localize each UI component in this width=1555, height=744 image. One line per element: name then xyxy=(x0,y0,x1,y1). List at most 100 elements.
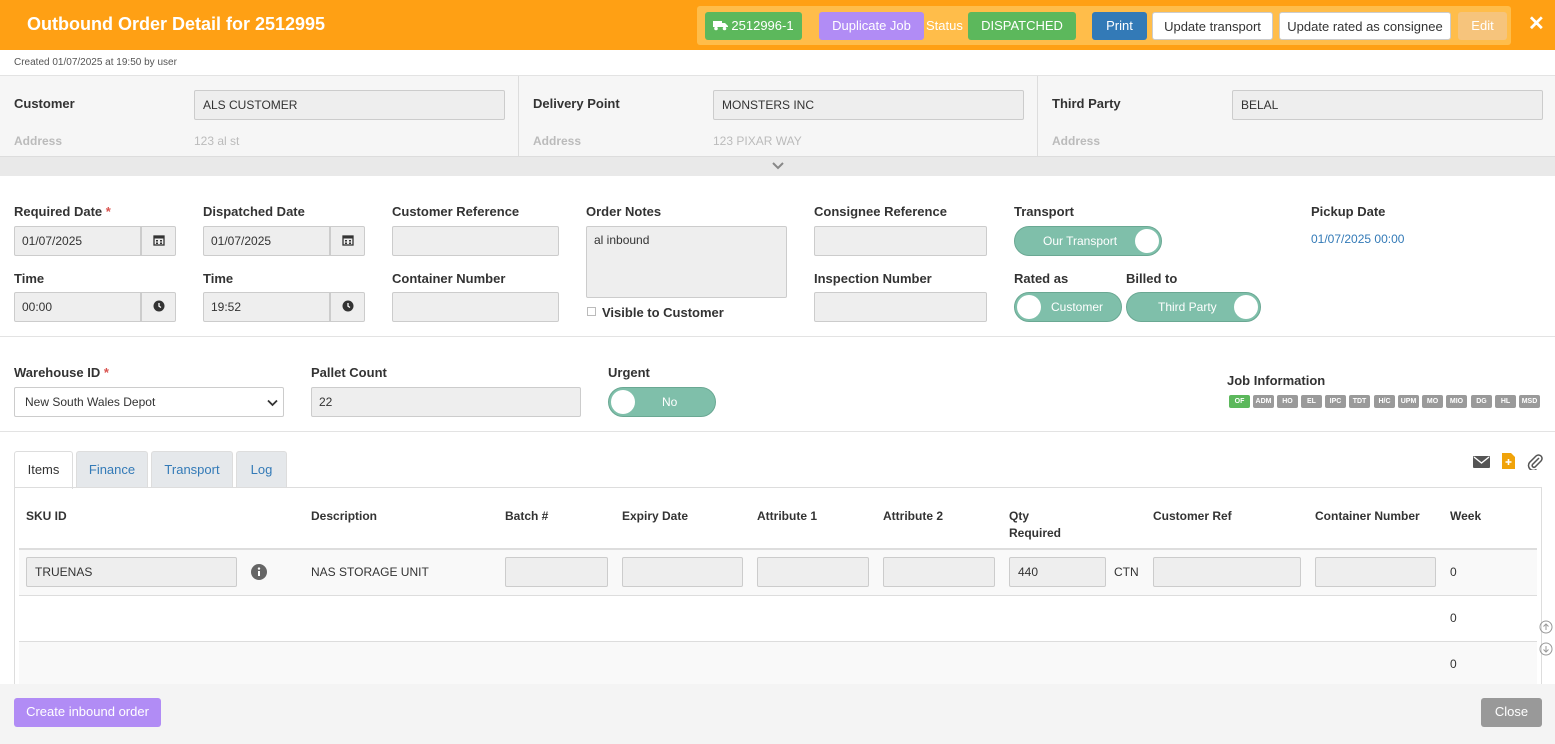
customer-address-label: Address xyxy=(14,134,63,148)
rated-as-label: Rated as xyxy=(1014,271,1069,286)
header-bar: Outbound Order Detail for 2512995 251299… xyxy=(0,0,1555,50)
close-button[interactable]: Close xyxy=(1481,698,1542,727)
pallet-count-label: Pallet Count xyxy=(311,365,387,380)
calendar-icon[interactable] xyxy=(141,226,176,256)
col-qty-required: Qty Required xyxy=(1009,509,1062,540)
job-link-button[interactable]: 2512996-1 xyxy=(705,12,802,40)
job-chip-of[interactable]: OF xyxy=(1229,395,1250,408)
calendar-icon[interactable] xyxy=(330,226,365,256)
batch-input[interactable] xyxy=(505,557,608,587)
warehouse-id-value: New South Wales Depot xyxy=(25,395,156,409)
attribute-2-input[interactable] xyxy=(883,557,995,587)
footer-bar xyxy=(0,684,1555,744)
consignee-reference-label: Consignee Reference xyxy=(814,204,947,219)
week-cell: 0 xyxy=(1450,657,1457,671)
container-number-cell-input[interactable] xyxy=(1315,557,1436,587)
visible-to-customer-checkbox[interactable] xyxy=(587,307,596,316)
tab-finance[interactable]: Finance xyxy=(76,451,148,488)
job-chip-mio[interactable]: MIO xyxy=(1446,395,1467,408)
pallet-count-input[interactable]: 22 xyxy=(311,387,581,417)
status-badge: DISPATCHED xyxy=(968,12,1076,40)
container-number-input[interactable] xyxy=(392,292,559,322)
third-party-label: Third Party xyxy=(1052,96,1121,111)
dispatched-time-input[interactable]: 19:52 xyxy=(203,292,330,322)
scroll-down-icon[interactable] xyxy=(1539,642,1553,656)
transport-label: Transport xyxy=(1014,204,1074,219)
col-attribute-2: Attribute 2 xyxy=(883,509,943,523)
info-icon[interactable] xyxy=(251,564,267,580)
update-transport-button[interactable]: Update transport xyxy=(1152,12,1273,40)
customer-reference-label: Customer Reference xyxy=(392,204,520,219)
delivery-address-label: Address xyxy=(533,134,582,148)
sku-input[interactable]: TRUENAS xyxy=(26,557,237,587)
dispatched-date-input[interactable]: 01/07/2025 xyxy=(203,226,330,256)
job-chip-hl[interactable]: HL xyxy=(1495,395,1516,408)
consignee-reference-input[interactable] xyxy=(814,226,987,256)
job-chip-ho[interactable]: HO xyxy=(1277,395,1298,408)
job-information-label: Job Information xyxy=(1227,373,1326,388)
scroll-up-icon[interactable] xyxy=(1539,620,1553,634)
job-chip-mo[interactable]: MO xyxy=(1422,395,1443,408)
inspection-number-input[interactable] xyxy=(814,292,987,322)
billed-to-label: Billed to xyxy=(1126,271,1178,286)
attribute-1-input[interactable] xyxy=(757,557,869,587)
job-chip-ipc[interactable]: IPC xyxy=(1325,395,1346,408)
customer-field[interactable]: ALS CUSTOMER xyxy=(194,90,505,120)
job-link-label: 2512996-1 xyxy=(731,18,794,33)
tab-items[interactable]: Items xyxy=(14,451,73,489)
job-chip-adm[interactable]: ADM xyxy=(1253,395,1274,408)
add-file-icon[interactable] xyxy=(1502,453,1515,469)
week-cell: 0 xyxy=(1450,611,1457,625)
delivery-point-field[interactable]: MONSTERS INC xyxy=(713,90,1024,120)
customer-ref-input[interactable] xyxy=(1153,557,1301,587)
third-party-field[interactable]: BELAL xyxy=(1232,90,1543,120)
job-chip-upm[interactable]: UPM xyxy=(1398,395,1419,408)
chevron-down-icon xyxy=(772,162,784,170)
required-date-input[interactable]: 01/07/2025 xyxy=(14,226,141,256)
container-number-label: Container Number xyxy=(392,271,506,286)
create-inbound-order-button[interactable]: Create inbound order xyxy=(14,698,161,727)
warehouse-id-select[interactable]: New South Wales Depot xyxy=(14,387,284,417)
order-notes-textarea[interactable]: al inbound xyxy=(586,226,787,298)
col-description: Description xyxy=(311,509,378,523)
expiry-date-input[interactable] xyxy=(622,557,743,587)
required-time-input[interactable]: 00:00 xyxy=(14,292,141,322)
divider xyxy=(0,431,1555,432)
table-row xyxy=(19,596,1537,642)
divider xyxy=(1037,76,1038,156)
tab-transport[interactable]: Transport xyxy=(151,451,233,488)
week-cell: 0 xyxy=(1450,565,1457,579)
print-button[interactable]: Print xyxy=(1092,12,1147,40)
update-rated-as-consignee-button[interactable]: Update rated as consignee xyxy=(1279,12,1451,40)
job-chip-msd[interactable]: MSD xyxy=(1519,395,1540,408)
transport-toggle[interactable]: Our Transport xyxy=(1014,226,1162,256)
divider xyxy=(518,76,519,156)
clock-icon[interactable] xyxy=(141,292,176,322)
rated-as-toggle[interactable]: Customer xyxy=(1014,292,1122,322)
paperclip-icon[interactable] xyxy=(1527,453,1543,470)
clock-icon[interactable] xyxy=(330,292,365,322)
envelope-icon[interactable] xyxy=(1473,456,1490,468)
job-chip-tdt[interactable]: TDT xyxy=(1349,395,1370,408)
warehouse-id-label: Warehouse ID * xyxy=(14,365,109,380)
qty-input[interactable]: 440 xyxy=(1009,557,1106,587)
truck-icon xyxy=(713,21,729,31)
edit-button[interactable]: Edit xyxy=(1458,12,1507,40)
delivery-point-label: Delivery Point xyxy=(533,96,620,111)
tab-log[interactable]: Log xyxy=(236,451,287,488)
divider xyxy=(0,336,1555,337)
pickup-date-label: Pickup Date xyxy=(1311,204,1386,219)
close-icon[interactable]: ✕ xyxy=(1528,13,1545,35)
job-chip-el[interactable]: EL xyxy=(1301,395,1322,408)
col-attribute-1: Attribute 1 xyxy=(757,509,817,523)
toggle-knob xyxy=(1017,295,1041,319)
customer-label: Customer xyxy=(14,96,75,111)
customer-reference-input[interactable] xyxy=(392,226,559,256)
billed-to-toggle[interactable]: Third Party xyxy=(1126,292,1261,322)
duplicate-job-button[interactable]: Duplicate Job xyxy=(819,12,924,40)
col-customer-ref: Customer Ref xyxy=(1153,509,1232,523)
urgent-toggle[interactable]: No xyxy=(608,387,716,417)
job-chip-hc[interactable]: H/C xyxy=(1374,395,1395,408)
job-chip-dg[interactable]: DG xyxy=(1471,395,1492,408)
expand-parties-toggle[interactable] xyxy=(0,156,1555,176)
